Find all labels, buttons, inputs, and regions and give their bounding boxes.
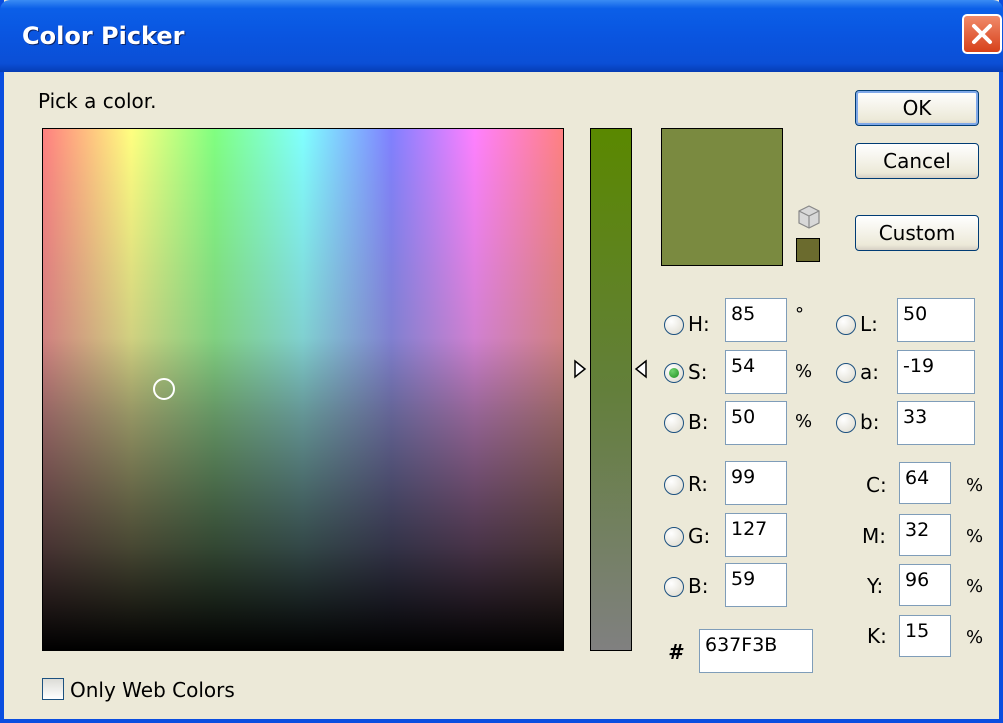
percent-unit: % xyxy=(966,627,984,648)
color-field[interactable] xyxy=(42,128,564,651)
cyan-label: C: xyxy=(866,473,887,497)
yellow-label: Y: xyxy=(867,574,884,598)
brightness-field[interactable]: 50 xyxy=(725,401,787,445)
color-marker[interactable] xyxy=(153,378,175,400)
percent-unit: % xyxy=(966,526,984,547)
slider-left-arrow-icon[interactable] xyxy=(573,359,587,379)
web-safe-swatch-icon[interactable] xyxy=(796,238,820,262)
radio-brightness[interactable] xyxy=(664,413,684,433)
percent-unit: % xyxy=(966,475,984,496)
radio-a[interactable] xyxy=(836,363,856,383)
radio-b-lab[interactable] xyxy=(836,413,856,433)
hex-label: # xyxy=(668,640,682,664)
hue-label: H: xyxy=(688,312,710,336)
green-label: G: xyxy=(688,524,711,548)
blue-label: B: xyxy=(688,574,709,598)
radio-lightness[interactable] xyxy=(836,315,856,335)
magenta-label: M: xyxy=(862,524,886,548)
color-preview-swatch xyxy=(661,128,783,266)
percent-unit: % xyxy=(795,361,813,382)
radio-blue[interactable] xyxy=(664,577,684,597)
percent-unit: % xyxy=(966,576,984,597)
yellow-field[interactable]: 96 xyxy=(899,564,951,606)
a-label: a: xyxy=(860,360,879,384)
green-field[interactable]: 127 xyxy=(725,513,787,557)
out-of-gamut-cube-icon[interactable] xyxy=(795,204,823,230)
close-icon[interactable] xyxy=(962,14,1002,54)
degree-unit: ° xyxy=(795,304,804,325)
only-web-colors-label: Only Web Colors xyxy=(70,678,235,702)
percent-unit: % xyxy=(795,411,813,432)
ok-button[interactable]: OK xyxy=(855,90,979,126)
radio-green[interactable] xyxy=(664,527,684,547)
black-field[interactable]: 15 xyxy=(899,615,951,657)
black-label: K: xyxy=(867,624,887,648)
radio-hue[interactable] xyxy=(664,315,684,335)
red-field[interactable]: 99 xyxy=(725,461,787,505)
brightness-overlay xyxy=(43,129,563,650)
only-web-colors-checkbox[interactable] xyxy=(42,678,64,700)
magenta-field[interactable]: 32 xyxy=(899,514,951,556)
hue-field[interactable]: 85 xyxy=(725,298,787,342)
cyan-field[interactable]: 64 xyxy=(899,462,951,504)
lightness-label: L: xyxy=(860,312,878,336)
radio-saturation[interactable] xyxy=(664,363,684,383)
title-bar: Color Picker xyxy=(0,0,1003,72)
saturation-slider[interactable] xyxy=(590,128,632,651)
brightness-label: B: xyxy=(688,410,709,434)
hex-field[interactable]: 637F3B xyxy=(699,629,813,673)
saturation-label: S: xyxy=(688,360,708,384)
pick-color-label: Pick a color. xyxy=(38,89,157,113)
window-title: Color Picker xyxy=(22,22,185,50)
b-lab-field[interactable]: 33 xyxy=(897,401,975,445)
blue-field[interactable]: 59 xyxy=(725,563,787,607)
slider-right-arrow-icon[interactable] xyxy=(634,359,648,379)
color-picker-dialog: Color Picker Pick a color. OK Cancel Cus… xyxy=(0,0,1003,723)
cancel-button[interactable]: Cancel xyxy=(855,143,979,179)
radio-red[interactable] xyxy=(664,475,684,495)
dialog-content: Pick a color. OK Cancel Custom H: 85 ° S… xyxy=(4,72,999,719)
b-lab-label: b: xyxy=(860,410,880,434)
lightness-field[interactable]: 50 xyxy=(897,298,975,342)
saturation-field[interactable]: 54 xyxy=(725,350,787,394)
red-label: R: xyxy=(688,472,709,496)
custom-button[interactable]: Custom xyxy=(855,215,979,251)
a-field[interactable]: -19 xyxy=(897,350,975,394)
